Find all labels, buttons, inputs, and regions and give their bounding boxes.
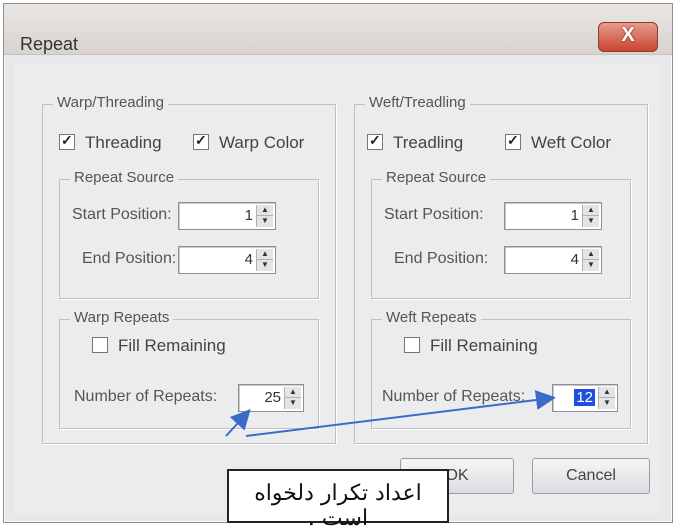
annotation-text: اعداد تکرار دلخواه است . [254,481,422,531]
arrow-to-warp-repeats [225,409,251,437]
annotation-callout: اعداد تکرار دلخواه است . [227,469,449,531]
annotation-arrows [225,390,556,437]
arrow-to-weft-repeats [245,390,556,437]
